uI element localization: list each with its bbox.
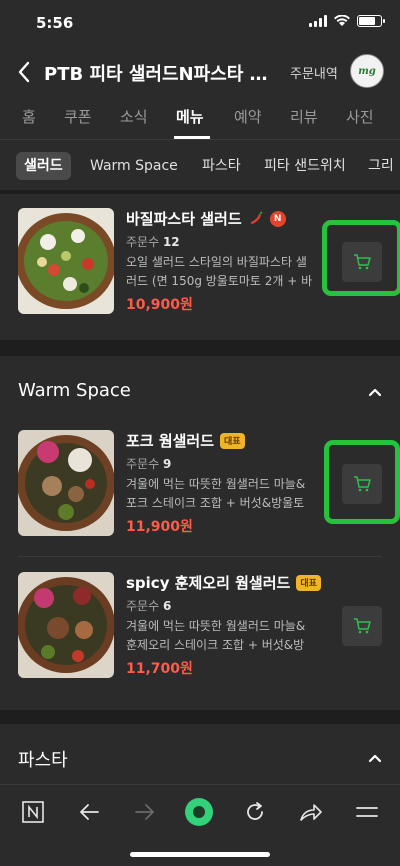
forward-nav-button[interactable] <box>130 797 160 827</box>
tab-review[interactable]: 리뷰 <box>290 106 318 127</box>
wifi-icon <box>334 15 350 26</box>
tab-reservation[interactable]: 예약 <box>234 106 262 127</box>
share-button[interactable] <box>296 797 326 827</box>
section-pasta: 파스타 <box>0 724 400 784</box>
highlight-box <box>324 440 400 524</box>
section-warm-space: Warm Space 포크 웜샐러드 대표 주문수 9 겨울에 먹는 따뜻한 웜… <box>0 356 400 710</box>
chip-more[interactable]: 그리 <box>360 152 400 180</box>
refresh-button[interactable] <box>240 797 270 827</box>
menu-item-price: 11,900원 <box>126 519 193 535</box>
battery-icon <box>357 15 385 27</box>
order-count: 주문수 6 <box>126 599 172 613</box>
naver-home-button[interactable] <box>18 797 48 827</box>
green-dot-icon <box>185 798 213 826</box>
chili-pepper-icon <box>250 210 263 224</box>
tab-news[interactable]: 소식 <box>120 106 148 127</box>
chip-pita-sandwich[interactable]: 피타 샌드위치 <box>256 152 354 180</box>
menu-item-title: spicy 훈제오리 웜샐러드 <box>126 574 291 592</box>
status-bar: 5:56 <box>0 0 400 48</box>
tab-photos[interactable]: 사진 <box>346 106 374 127</box>
status-time: 5:56 <box>36 14 74 32</box>
highlight-box <box>322 220 400 296</box>
naver-n-icon: N <box>269 210 286 227</box>
menu-item-image <box>18 430 114 536</box>
status-icons <box>309 15 385 27</box>
chip-warm-space[interactable]: Warm Space <box>82 152 186 180</box>
menu-item-price: 10,900원 <box>126 297 193 313</box>
back-chevron-icon <box>18 61 30 83</box>
representative-badge: 대표 <box>296 574 321 591</box>
back-button[interactable] <box>12 58 36 86</box>
tab-coupon[interactable]: 쿠폰 <box>64 106 92 127</box>
back-nav-button[interactable] <box>74 797 104 827</box>
add-to-cart-button[interactable] <box>342 606 382 646</box>
store-title: PTB 피타 샐러드N파스타 … <box>44 64 268 85</box>
menu-item-image <box>18 572 114 678</box>
arrow-left-icon <box>80 804 99 820</box>
chevron-up-icon[interactable] <box>368 387 382 397</box>
menu-item[interactable]: 바질파스타 샐러드 N 주문수 12 오일 샐러드 스타일의 바질파스타 샐러드… <box>0 208 400 334</box>
menu-item-image <box>18 208 114 314</box>
chevron-up-icon[interactable] <box>368 753 382 763</box>
category-chips: 샐러드 Warm Space 파스타 피타 샌드위치 그리 <box>0 140 400 190</box>
section-title: 파스타 <box>18 750 68 771</box>
menu-button[interactable] <box>352 797 382 827</box>
signal-icon <box>309 15 327 27</box>
menu-item-price: 11,700원 <box>126 661 193 677</box>
home-indicator <box>130 852 270 857</box>
representative-badge: 대표 <box>220 432 245 449</box>
menu-item-name: spicy 훈제오리 웜샐러드 대표 <box>126 572 321 593</box>
chip-salad[interactable]: 샐러드 <box>16 152 71 180</box>
refresh-icon <box>247 802 263 820</box>
tab-bar: 홈 쿠폰 소식 메뉴 예약 리뷰 사진 <box>0 96 400 140</box>
menu-item-title: 포크 웜샐러드 <box>126 432 215 450</box>
chip-pasta[interactable]: 파스타 <box>194 152 249 180</box>
order-count: 주문수 12 <box>126 235 180 249</box>
tab-menu[interactable]: 메뉴 <box>176 106 204 127</box>
battery-level <box>359 17 375 25</box>
green-dot-button[interactable] <box>184 797 214 827</box>
menu-icon <box>356 807 378 817</box>
menu-item-description: 오일 샐러드 스타일의 바질파스타 샐러드 (면 150g 방울토마토 2개 +… <box>126 255 313 288</box>
menu-item-description: 겨울에 먹는 따뜻한 웜샐러드 마늘&포크 스테이크 조합 + 버섯&방울토마… <box>126 477 306 510</box>
menu-item-description: 겨울에 먹는 따뜻한 웜샐러드 마늘&훈제오리 스테이크 조합 + 버섯&방울… <box>126 619 306 652</box>
order-count: 주문수 9 <box>126 457 172 471</box>
menu-item-name: 포크 웜샐러드 대표 <box>126 430 245 451</box>
tab-home[interactable]: 홈 <box>22 106 36 127</box>
cart-icon <box>354 618 371 634</box>
avatar-text: mg <box>358 65 376 77</box>
menu-item-title: 바질파스타 샐러드 <box>126 210 242 228</box>
share-icon <box>300 804 322 821</box>
menu-item[interactable]: spicy 훈제오리 웜샐러드 대표 주문수 6 겨울에 먹는 따뜻한 웜샐러드… <box>0 572 400 698</box>
item-divider <box>18 556 382 557</box>
menu-item[interactable]: 포크 웜샐러드 대표 주문수 9 겨울에 먹는 따뜻한 웜샐러드 마늘&포크 스… <box>0 430 400 556</box>
tab-active-indicator <box>174 136 210 139</box>
app-header: PTB 피타 샐러드N파스타 … 주문내역 mg <box>0 48 400 96</box>
section-title: Warm Space <box>18 380 131 401</box>
orders-link[interactable]: 주문내역 <box>290 63 338 82</box>
naver-n-icon <box>22 801 44 823</box>
menu-item-name: 바질파스타 샐러드 N <box>126 208 286 229</box>
avatar[interactable]: mg <box>350 54 384 88</box>
arrow-right-icon <box>135 804 154 820</box>
section-salad: 바질파스타 샐러드 N 주문수 12 오일 샐러드 스타일의 바질파스타 샐러드… <box>0 194 400 340</box>
